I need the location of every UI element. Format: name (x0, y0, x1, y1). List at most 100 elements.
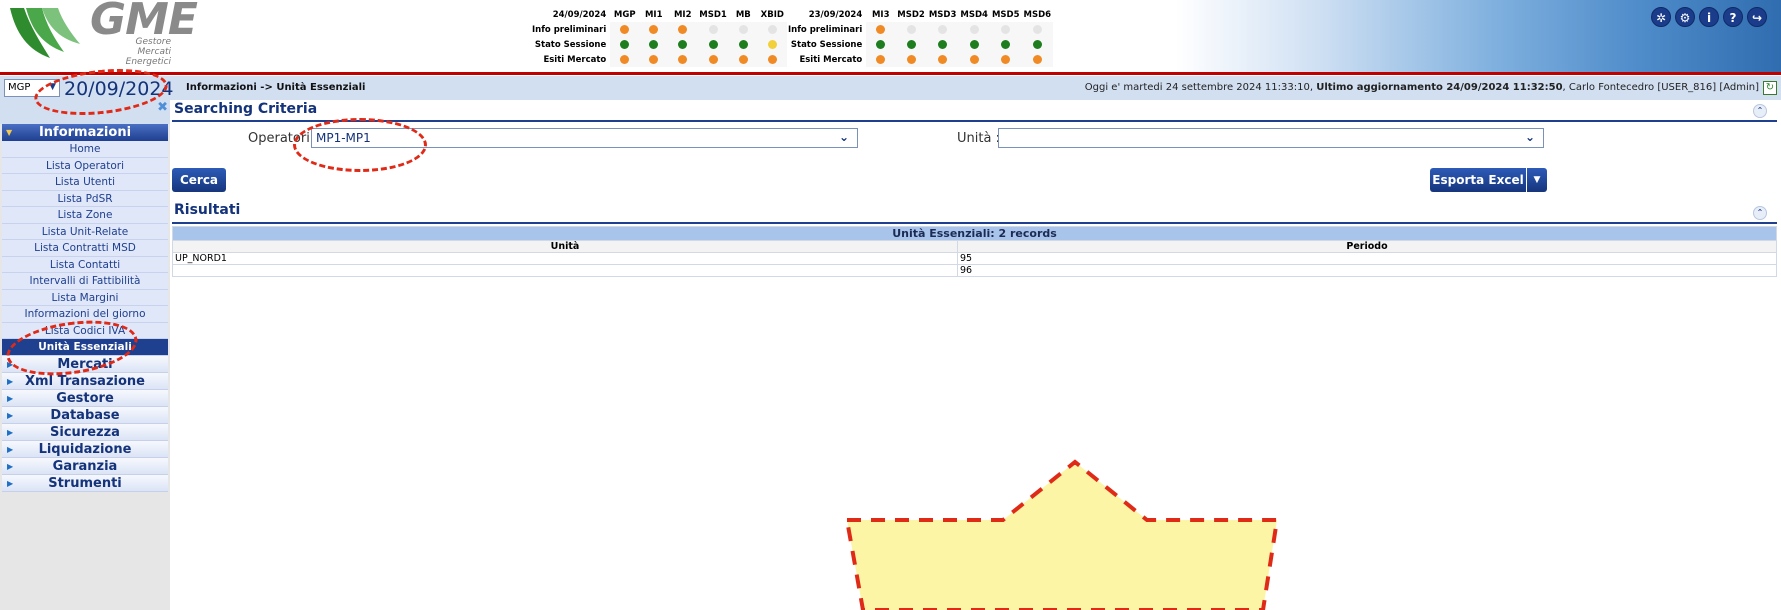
breadcrumb: Informazioni -> Unità Essenziali (186, 82, 366, 93)
status-dot-icon[interactable] (708, 24, 718, 34)
expand-icon: ▶ (7, 461, 14, 471)
status-dot-icon[interactable] (620, 39, 630, 49)
status-dot-icon[interactable] (738, 24, 748, 34)
status-dot-icon[interactable] (649, 39, 659, 49)
sidebar-menu-label: Liquidazione (38, 441, 132, 457)
status-dot-icon[interactable] (969, 24, 979, 34)
sidebar-item[interactable]: Lista Operatori (2, 157, 168, 174)
sidebar-menu[interactable]: ▶ Garanzia (2, 457, 168, 475)
top-icons: ✲ ⚙ i ? ↪ (1651, 7, 1767, 27)
sidebar-menu-label: Database (50, 407, 120, 423)
sidebar-menu[interactable]: ▶ Xml Transazione (2, 372, 168, 390)
status-dot-icon[interactable] (876, 39, 886, 49)
status-dot-icon[interactable] (876, 24, 886, 34)
column-header-periodo[interactable]: Periodo (957, 240, 1777, 253)
sidebar-item[interactable]: Lista Unit-Relate (2, 223, 168, 240)
cell-unita: UP_NORD1 (172, 252, 958, 265)
status-dot-icon[interactable] (678, 54, 688, 64)
settings-icon[interactable]: ⚙ (1675, 7, 1695, 27)
star-annotation-icon (844, 459, 1280, 610)
info-icon[interactable]: i (1699, 7, 1719, 27)
sidebar-item[interactable]: Lista Utenti (2, 174, 168, 191)
collapse-search-icon[interactable]: ⌃ (1753, 104, 1767, 118)
sidebar-item[interactable]: Lista Contatti (2, 256, 168, 273)
status-dot-icon[interactable] (708, 39, 718, 49)
status-dot-icon[interactable] (1032, 54, 1042, 64)
sidebar-menu[interactable]: ▶ Sicurezza (2, 423, 168, 441)
collapse-results-icon[interactable]: ⌃ (1753, 206, 1767, 220)
sidebar-menu[interactable]: ▶ Database (2, 406, 168, 424)
status-dot-icon[interactable] (1001, 39, 1011, 49)
status-dot-icon[interactable] (767, 24, 777, 34)
close-icon[interactable]: ✖ (157, 100, 168, 115)
status-dot-icon[interactable] (1001, 24, 1011, 34)
status-dot-icon[interactable] (969, 39, 979, 49)
status-dot-icon[interactable] (649, 24, 659, 34)
sidebar-menu-label: Gestore (56, 390, 114, 406)
status-dot-icon[interactable] (876, 54, 886, 64)
expand-icon: ▶ (7, 478, 14, 488)
market-column-header: MI2 (673, 9, 692, 20)
status-dot-icon[interactable] (649, 54, 659, 64)
status-dot-icon[interactable] (767, 39, 777, 49)
status-dot-icon[interactable] (1032, 39, 1042, 49)
gme-logo[interactable]: GME Gestore Mercati Energetici (6, 0, 198, 68)
status-dot-icon[interactable] (969, 54, 979, 64)
table-row[interactable]: UP_NORD1 95 (172, 252, 1777, 265)
status-row-label: Info preliminari (788, 24, 863, 35)
search-button[interactable]: Cerca (172, 168, 226, 192)
unit-label: Unità : (957, 131, 1000, 146)
market-column-header: XBID (760, 9, 784, 20)
market-column-header: MI3 (871, 9, 890, 20)
unit-select[interactable]: ⌄ (998, 128, 1544, 148)
expand-icon: ▼ (6, 128, 13, 137)
sidebar-item[interactable]: Lista Contratti MSD (2, 240, 168, 257)
sidebar-item[interactable]: Lista Zone (2, 207, 168, 224)
market-select-value: MGP (8, 82, 31, 93)
status-dot-icon[interactable] (738, 39, 748, 49)
refresh-icon[interactable]: ↻ (1763, 81, 1777, 95)
network-icon[interactable]: ✲ (1651, 7, 1671, 27)
status-dot-icon[interactable] (767, 54, 777, 64)
status-dot-icon[interactable] (620, 54, 630, 64)
status-dot-icon[interactable] (1032, 24, 1042, 34)
sidebar-section-informazioni[interactable]: ▼ Informazioni (2, 124, 168, 141)
sidebar-item[interactable]: Home (2, 141, 168, 158)
chevron-down-icon: ⌄ (1524, 130, 1535, 144)
table-row[interactable]: 96 (172, 264, 1777, 277)
status-dot-icon[interactable] (678, 24, 688, 34)
status-dot-icon[interactable] (738, 54, 748, 64)
logo-sub-2: Mercati (137, 47, 172, 57)
export-menu-chevron-icon[interactable]: ▼ (1527, 168, 1547, 192)
sidebar-section-label: Informazioni (38, 125, 132, 140)
status-dot-icon[interactable] (906, 24, 916, 34)
expand-icon: ▶ (7, 427, 14, 437)
sidebar-menu-label: Strumenti (48, 475, 122, 491)
status-dot-icon[interactable] (708, 54, 718, 64)
status-dot-icon[interactable] (620, 24, 630, 34)
status-dot-icon[interactable] (906, 54, 916, 64)
status-dot-icon[interactable] (938, 54, 948, 64)
market-column-header: MB (735, 9, 751, 20)
status-dot-icon[interactable] (906, 39, 916, 49)
sidebar-menu[interactable]: ▶ Strumenti (2, 474, 168, 492)
sidebar-menu[interactable]: ▶ Gestore (2, 389, 168, 407)
logo-sub-1: Gestore (135, 37, 171, 47)
sidebar-menu[interactable]: ▶ Liquidazione (2, 440, 168, 458)
status-dot-icon[interactable] (938, 39, 948, 49)
status-dot-icon[interactable] (938, 24, 948, 34)
column-header-unita[interactable]: Unità (172, 240, 958, 253)
logout-icon[interactable]: ↪ (1747, 7, 1767, 27)
header-divider (0, 72, 1781, 75)
sidebar-item[interactable]: Lista PdSR (2, 190, 168, 207)
sidebar-item[interactable]: Lista Margini (2, 289, 168, 306)
status-dot-icon[interactable] (678, 39, 688, 49)
export-excel-button[interactable]: Esporta Excel (1430, 168, 1526, 192)
help-icon[interactable]: ? (1723, 7, 1743, 27)
table-caption: Unità Essenziali: 2 records (172, 226, 1777, 241)
sidebar-item[interactable]: Intervalli di Fattibilità (2, 273, 168, 290)
cell-unita (172, 264, 958, 277)
expand-icon: ▶ (7, 410, 14, 420)
status-dot-icon[interactable] (1001, 54, 1011, 64)
status-row-label: Esiti Mercato (543, 54, 607, 65)
